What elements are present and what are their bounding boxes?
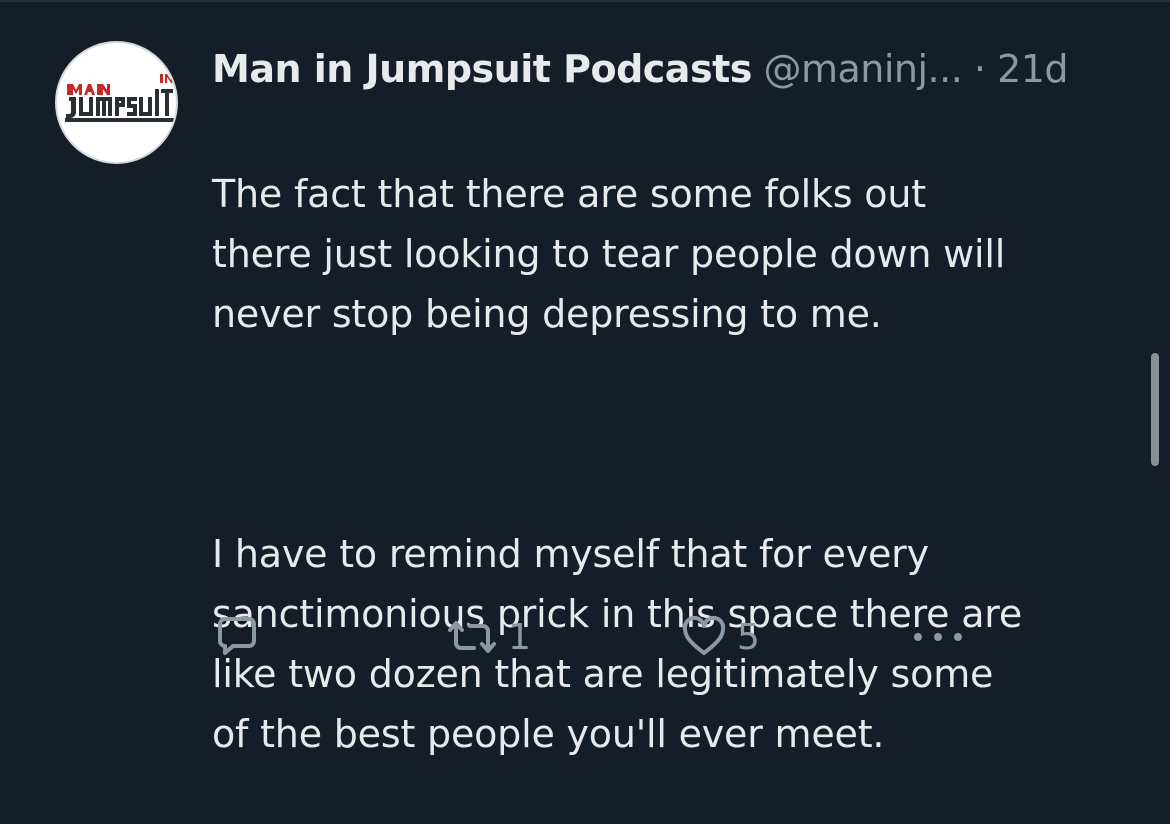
tweet-paragraph-1: The fact that there are some folks out t… (212, 172, 1006, 336)
tweet-actions: 1 5 (212, 612, 972, 662)
user-handle[interactable]: @maninj... (763, 47, 962, 91)
tweet[interactable]: Man in Jumpsuit Podcasts @maninj... · 21… (212, 44, 1132, 824)
retweet-icon (448, 621, 496, 653)
reply-button[interactable] (212, 612, 270, 662)
more-icon (914, 633, 962, 641)
tweet-header: Man in Jumpsuit Podcasts @maninj... · 21… (212, 44, 1132, 94)
top-divider (0, 0, 1170, 2)
man-in-jumpsuit-logo (57, 43, 176, 162)
retweet-count: 1 (508, 616, 531, 658)
more-options-button[interactable] (909, 612, 967, 662)
scrollbar-thumb[interactable] (1151, 353, 1159, 466)
avatar[interactable] (55, 41, 178, 164)
display-name[interactable]: Man in Jumpsuit Podcasts (212, 47, 752, 91)
tweet-text: The fact that there are some folks out t… (212, 104, 1132, 824)
retweet-button[interactable]: 1 (444, 612, 531, 662)
reply-icon (218, 617, 256, 655)
like-count: 5 (737, 616, 760, 658)
timestamp[interactable]: 21d (997, 47, 1068, 91)
separator-dot: · (973, 47, 986, 91)
heart-icon (682, 615, 726, 655)
like-button[interactable]: 5 (679, 612, 760, 662)
